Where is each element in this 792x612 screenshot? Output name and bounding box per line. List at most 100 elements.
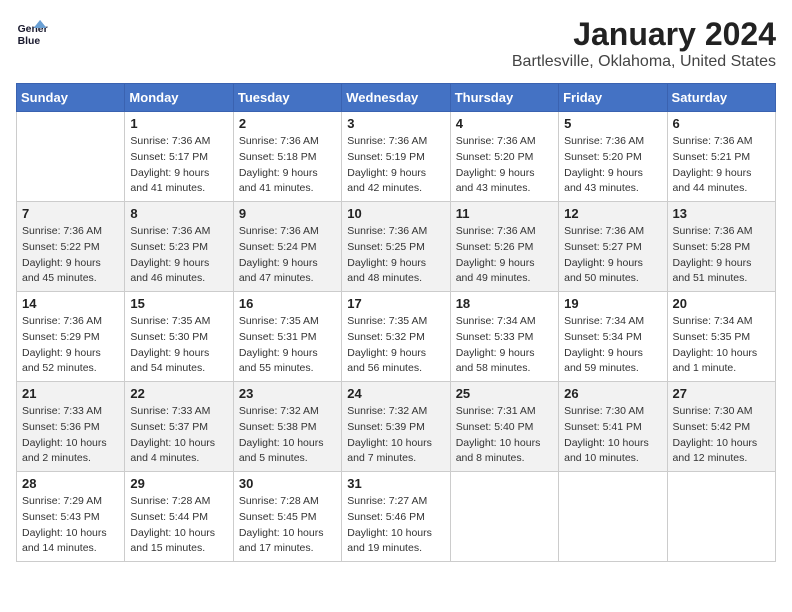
day-info: Sunrise: 7:32 AMSunset: 5:38 PMDaylight:…: [239, 404, 336, 467]
calendar-week-row: 14 Sunrise: 7:36 AMSunset: 5:29 PMDayligh…: [17, 292, 776, 382]
day-number: 23: [239, 386, 336, 401]
weekday-header-monday: Monday: [125, 84, 233, 112]
calendar-cell: 13Sunrise: 7:36 AMSunset: 5:28 PMDayligh…: [667, 202, 775, 292]
calendar-cell: 23 Sunrise: 7:32 AMSunset: 5:38 PMDayligh…: [233, 382, 341, 472]
logo-icon: General Blue: [16, 16, 48, 48]
day-info: Sunrise: 7:28 AMSunset: 5:45 PMDaylight:…: [239, 494, 336, 557]
day-number: 11: [456, 206, 553, 221]
day-info: Sunrise: 7:36 AMSunset: 5:28 PMDaylight:…: [673, 224, 770, 287]
day-info: Sunrise: 7:34 AMSunset: 5:35 PMDaylight:…: [673, 314, 770, 377]
day-number: 28: [22, 476, 119, 491]
calendar-cell: 2 Sunrise: 7:36 AMSunset: 5:18 PMDaylight…: [233, 112, 341, 202]
calendar-cell: 12 Sunrise: 7:36 AMSunset: 5:27 PMDayligh…: [559, 202, 667, 292]
calendar-cell: 31 Sunrise: 7:27 AMSunset: 5:46 PMDayligh…: [342, 472, 450, 562]
calendar-cell: 29Sunrise: 7:28 AMSunset: 5:44 PMDayligh…: [125, 472, 233, 562]
day-info: Sunrise: 7:33 AMSunset: 5:36 PMDaylight:…: [22, 404, 119, 467]
day-info: Sunrise: 7:30 AMSunset: 5:42 PMDaylight:…: [673, 404, 770, 467]
day-number: 25: [456, 386, 553, 401]
day-number: 7: [22, 206, 119, 221]
calendar-cell: 25 Sunrise: 7:31 AMSunset: 5:40 PMDayligh…: [450, 382, 558, 472]
calendar-cell: 18 Sunrise: 7:34 AMSunset: 5:33 PMDayligh…: [450, 292, 558, 382]
day-info: Sunrise: 7:36 AMSunset: 5:24 PMDaylight:…: [239, 224, 336, 287]
calendar-table: SundayMondayTuesdayWednesdayThursdayFrid…: [16, 83, 776, 562]
title-area: January 2024 Bartlesville, Oklahoma, Uni…: [512, 16, 776, 71]
day-info: Sunrise: 7:36 AMSunset: 5:20 PMDaylight:…: [456, 134, 553, 197]
day-info: Sunrise: 7:36 AMSunset: 5:21 PMDaylight:…: [673, 134, 770, 197]
calendar-cell: 3 Sunrise: 7:36 AMSunset: 5:19 PMDaylight…: [342, 112, 450, 202]
calendar-cell: 20 Sunrise: 7:34 AMSunset: 5:35 PMDayligh…: [667, 292, 775, 382]
calendar-cell: 8Sunrise: 7:36 AMSunset: 5:23 PMDaylight…: [125, 202, 233, 292]
calendar-cell: 14 Sunrise: 7:36 AMSunset: 5:29 PMDayligh…: [17, 292, 125, 382]
day-info: Sunrise: 7:34 AMSunset: 5:33 PMDaylight:…: [456, 314, 553, 377]
logo: General Blue: [16, 16, 48, 48]
day-number: 4: [456, 116, 553, 131]
day-info: Sunrise: 7:27 AMSunset: 5:46 PMDaylight:…: [347, 494, 444, 557]
day-info: Sunrise: 7:31 AMSunset: 5:40 PMDaylight:…: [456, 404, 553, 467]
day-number: 8: [130, 206, 227, 221]
day-number: 30: [239, 476, 336, 491]
day-info: Sunrise: 7:36 AMSunset: 5:25 PMDaylight:…: [347, 224, 444, 287]
day-info: Sunrise: 7:36 AMSunset: 5:19 PMDaylight:…: [347, 134, 444, 197]
day-number: 3: [347, 116, 444, 131]
calendar-cell: 1Sunrise: 7:36 AMSunset: 5:17 PMDaylight…: [125, 112, 233, 202]
calendar-week-row: 28Sunrise: 7:29 AMSunset: 5:43 PMDayligh…: [17, 472, 776, 562]
calendar-cell: 26 Sunrise: 7:30 AMSunset: 5:41 PMDayligh…: [559, 382, 667, 472]
day-info: Sunrise: 7:33 AMSunset: 5:37 PMDaylight:…: [130, 404, 227, 467]
day-info: Sunrise: 7:35 AMSunset: 5:32 PMDaylight:…: [347, 314, 444, 377]
day-info: Sunrise: 7:35 AMSunset: 5:30 PMDaylight:…: [130, 314, 227, 377]
day-info: Sunrise: 7:36 AMSunset: 5:27 PMDaylight:…: [564, 224, 661, 287]
day-number: 1: [130, 116, 227, 131]
calendar-cell: 22 Sunrise: 7:33 AMSunset: 5:37 PMDayligh…: [125, 382, 233, 472]
month-title: January 2024: [512, 16, 776, 53]
day-number: 6: [673, 116, 770, 131]
day-info: Sunrise: 7:28 AMSunset: 5:44 PMDaylight:…: [130, 494, 227, 557]
weekday-header-sunday: Sunday: [17, 84, 125, 112]
calendar-cell: 21 Sunrise: 7:33 AMSunset: 5:36 PMDayligh…: [17, 382, 125, 472]
calendar-cell: 5Sunrise: 7:36 AMSunset: 5:20 PMDaylight…: [559, 112, 667, 202]
calendar-cell: 28Sunrise: 7:29 AMSunset: 5:43 PMDayligh…: [17, 472, 125, 562]
day-number: 12: [564, 206, 661, 221]
calendar-week-row: 1Sunrise: 7:36 AMSunset: 5:17 PMDaylight…: [17, 112, 776, 202]
calendar-cell: [559, 472, 667, 562]
calendar-cell: 17 Sunrise: 7:35 AMSunset: 5:32 PMDayligh…: [342, 292, 450, 382]
day-number: 26: [564, 386, 661, 401]
calendar-cell: 27 Sunrise: 7:30 AMSunset: 5:42 PMDayligh…: [667, 382, 775, 472]
calendar-cell: 19Sunrise: 7:34 AMSunset: 5:34 PMDayligh…: [559, 292, 667, 382]
day-number: 22: [130, 386, 227, 401]
svg-text:Blue: Blue: [18, 36, 41, 47]
day-number: 31: [347, 476, 444, 491]
day-number: 5: [564, 116, 661, 131]
day-number: 15: [130, 296, 227, 311]
day-number: 27: [673, 386, 770, 401]
weekday-header-tuesday: Tuesday: [233, 84, 341, 112]
day-info: Sunrise: 7:36 AMSunset: 5:22 PMDaylight:…: [22, 224, 119, 287]
calendar-cell: 4 Sunrise: 7:36 AMSunset: 5:20 PMDaylight…: [450, 112, 558, 202]
day-number: 20: [673, 296, 770, 311]
calendar-cell: 10 Sunrise: 7:36 AMSunset: 5:25 PMDayligh…: [342, 202, 450, 292]
calendar-cell: [667, 472, 775, 562]
day-info: Sunrise: 7:36 AMSunset: 5:26 PMDaylight:…: [456, 224, 553, 287]
day-number: 18: [456, 296, 553, 311]
calendar-week-row: 21 Sunrise: 7:33 AMSunset: 5:36 PMDayligh…: [17, 382, 776, 472]
weekday-header-row: SundayMondayTuesdayWednesdayThursdayFrid…: [17, 84, 776, 112]
day-number: 14: [22, 296, 119, 311]
day-number: 21: [22, 386, 119, 401]
day-number: 24: [347, 386, 444, 401]
day-info: Sunrise: 7:36 AMSunset: 5:29 PMDaylight:…: [22, 314, 119, 377]
weekday-header-friday: Friday: [559, 84, 667, 112]
day-number: 19: [564, 296, 661, 311]
day-number: 16: [239, 296, 336, 311]
day-number: 10: [347, 206, 444, 221]
calendar-cell: [450, 472, 558, 562]
day-number: 17: [347, 296, 444, 311]
calendar-cell: 30 Sunrise: 7:28 AMSunset: 5:45 PMDayligh…: [233, 472, 341, 562]
day-info: Sunrise: 7:30 AMSunset: 5:41 PMDaylight:…: [564, 404, 661, 467]
page-header: General Blue January 2024 Bartlesville, …: [16, 16, 776, 71]
calendar-cell: 6 Sunrise: 7:36 AMSunset: 5:21 PMDaylight…: [667, 112, 775, 202]
weekday-header-wednesday: Wednesday: [342, 84, 450, 112]
day-number: 2: [239, 116, 336, 131]
weekday-header-thursday: Thursday: [450, 84, 558, 112]
day-info: Sunrise: 7:36 AMSunset: 5:18 PMDaylight:…: [239, 134, 336, 197]
calendar-cell: 9Sunrise: 7:36 AMSunset: 5:24 PMDaylight…: [233, 202, 341, 292]
day-info: Sunrise: 7:35 AMSunset: 5:31 PMDaylight:…: [239, 314, 336, 377]
